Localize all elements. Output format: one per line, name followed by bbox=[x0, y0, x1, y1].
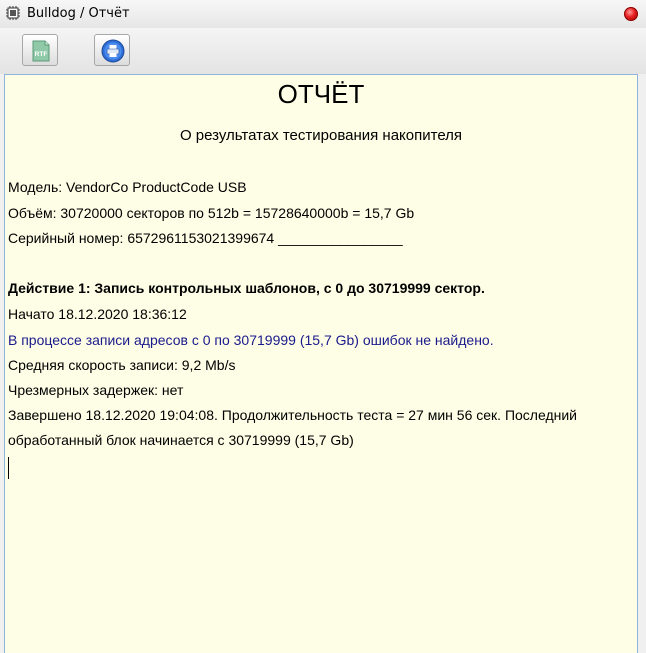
print-button[interactable] bbox=[94, 34, 130, 66]
report-subtitle: О результатах тестирования накопителя bbox=[179, 127, 463, 144]
report-window: Bulldog / Отчёт RTF ОТЧЁТ О результатах … bbox=[0, 0, 646, 653]
close-icon[interactable] bbox=[624, 7, 638, 21]
right-edge bbox=[638, 74, 646, 653]
rtf-file-icon: RTF bbox=[32, 40, 50, 62]
action-header: Действие 1: Запись контрольных шаблонов,… bbox=[8, 280, 485, 296]
title-bar[interactable]: Bulldog / Отчёт bbox=[0, 0, 646, 29]
serial-line: Серийный номер: 6572961153021399674 ____… bbox=[8, 230, 403, 246]
last-block-line: обработанный блок начинается с 30719999 … bbox=[8, 432, 354, 448]
model-line: Модель: VendorCo ProductCode USB bbox=[8, 179, 247, 195]
window-title: Bulldog / Отчёт bbox=[27, 6, 130, 21]
started-line: Начато 18.12.2020 18:36:12 bbox=[8, 306, 187, 322]
report-document[interactable]: ОТЧЁТ О результатах тестирования накопит… bbox=[4, 74, 638, 653]
chip-icon bbox=[6, 6, 20, 20]
result-line: В процессе записи адресов с 0 по 3071999… bbox=[8, 332, 494, 348]
toolbar: RTF bbox=[0, 28, 646, 74]
volume-line: Объём: 30720000 секторов по 512b = 15728… bbox=[8, 205, 415, 221]
export-rtf-button[interactable]: RTF bbox=[22, 34, 58, 66]
avg-speed-line: Средняя скорость записи: 9,2 Mb/s bbox=[8, 357, 236, 373]
report-title: ОТЧЁТ bbox=[277, 79, 365, 109]
delays-line: Чрезмерных задержек: нет bbox=[8, 382, 184, 398]
text-cursor bbox=[8, 457, 9, 479]
printer-icon bbox=[101, 39, 125, 63]
svg-text:RTF: RTF bbox=[35, 51, 48, 58]
finished-line: Завершено 18.12.2020 19:04:08. Продолжит… bbox=[8, 407, 577, 423]
